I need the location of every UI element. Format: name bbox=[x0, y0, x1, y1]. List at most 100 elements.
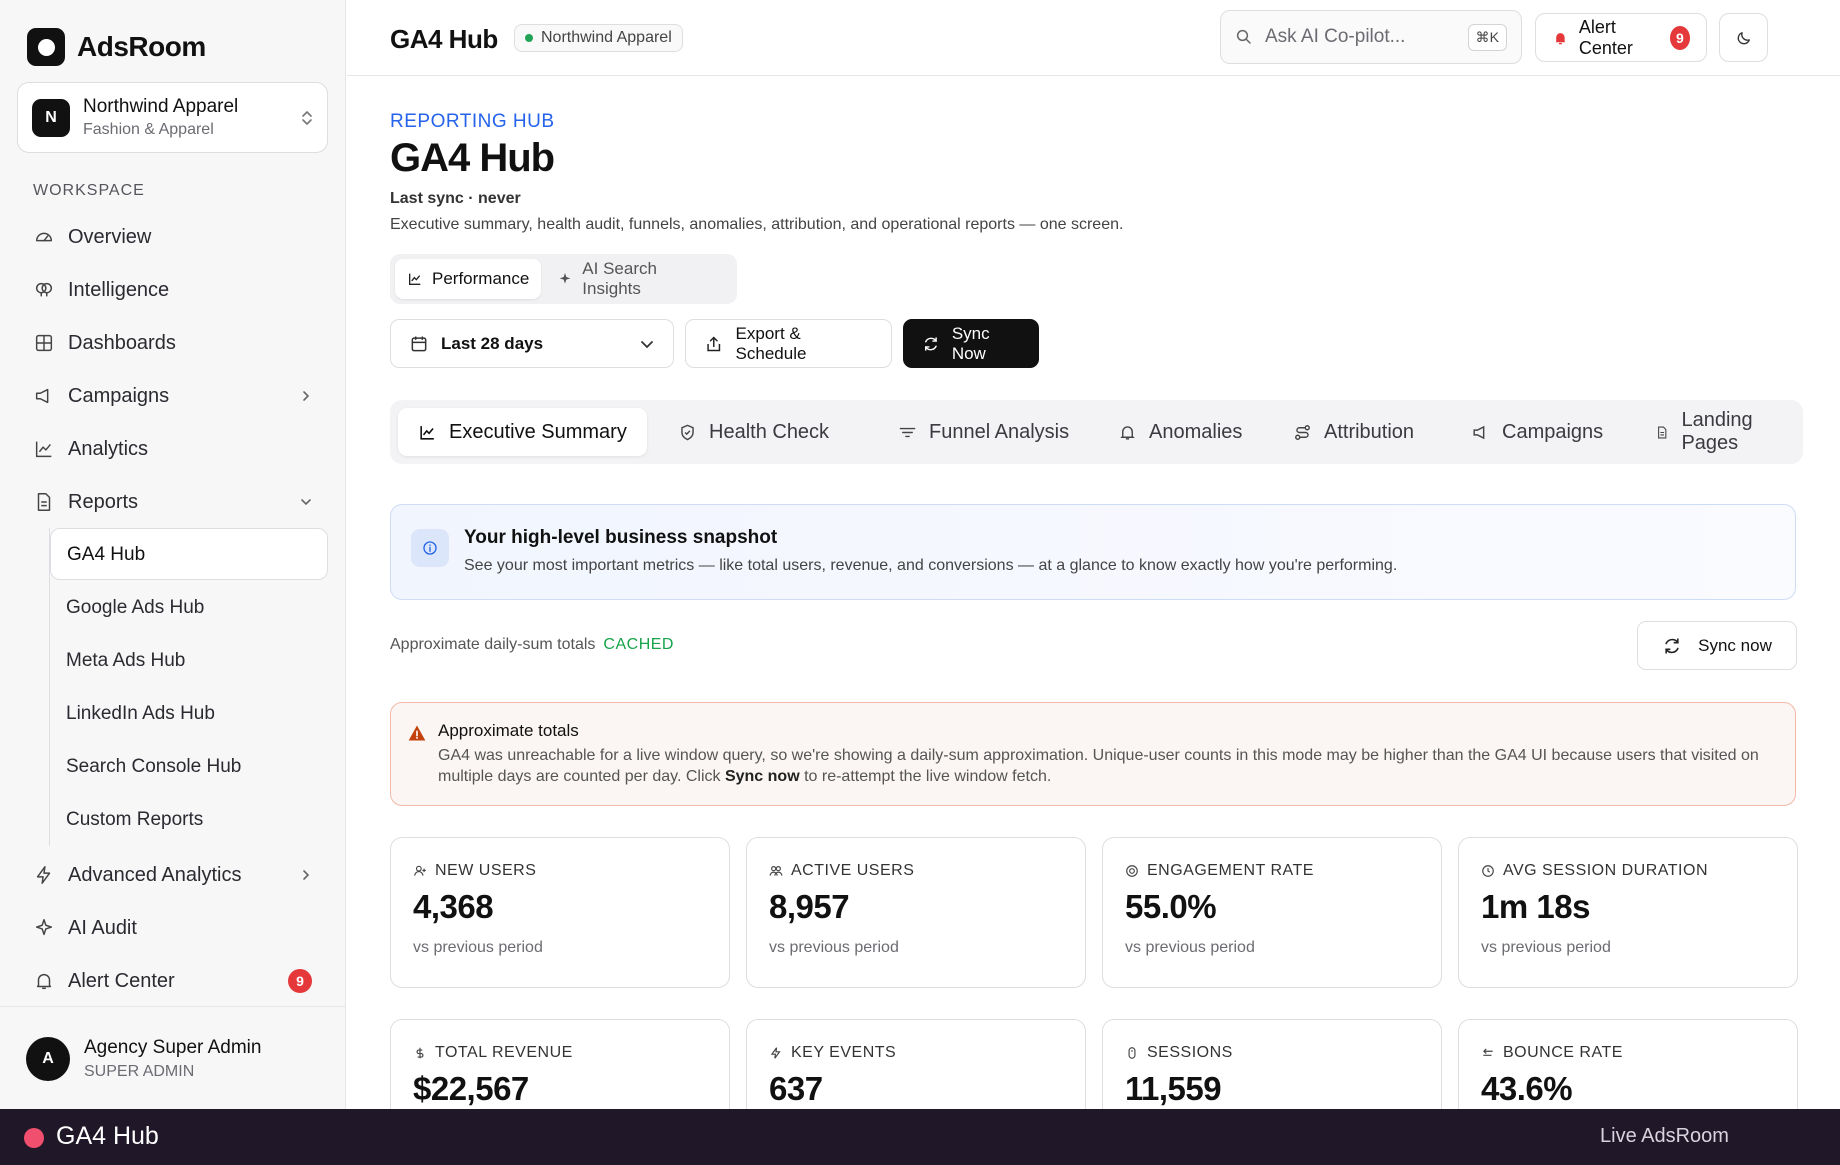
tab-campaigns[interactable]: Campaigns bbox=[1451, 408, 1623, 456]
sidebar-item-label: Reports bbox=[68, 490, 139, 513]
account-name: Northwind Apparel bbox=[83, 96, 239, 117]
mode-label: Performance bbox=[432, 269, 530, 288]
export-schedule-button[interactable]: Export & Schedule bbox=[685, 319, 892, 368]
user-profile[interactable]: A Agency Super Admin SUPER ADMIN bbox=[0, 1006, 346, 1109]
app-root: AdsRoom N Northwind Apparel Fashion & Ap… bbox=[0, 0, 1840, 1165]
file-icon bbox=[37, 493, 51, 511]
sidebar-item-reports[interactable]: Reports bbox=[33, 487, 138, 517]
tab-health-check[interactable]: Health Check bbox=[658, 408, 849, 456]
metric-label: AVG SESSION DURATION bbox=[1503, 862, 1708, 879]
refresh-icon bbox=[1665, 638, 1679, 653]
info-icon bbox=[411, 529, 449, 567]
warning-title: Approximate totals bbox=[438, 721, 579, 740]
metric-card-new-users[interactable]: NEW USERS 4,368 vs previous period bbox=[390, 837, 730, 988]
chevron-right-icon[interactable] bbox=[300, 869, 312, 881]
metric-value: 637 bbox=[769, 1070, 823, 1107]
tab-anomalies[interactable]: Anomalies bbox=[1098, 408, 1262, 456]
metric-value: 4,368 bbox=[413, 888, 494, 925]
ai-copilot-search[interactable]: Ask AI Co-pilot... ⌘K bbox=[1220, 10, 1522, 64]
sidebar-item-ai-audit[interactable]: AI Audit bbox=[33, 913, 137, 943]
info-banner: Your high-level business snapshot See yo… bbox=[390, 504, 1796, 600]
tab-landing-pages[interactable]: Landing Pages bbox=[1635, 408, 1803, 456]
sidebar-item-dashboards[interactable]: Dashboards bbox=[33, 328, 176, 358]
search-input[interactable]: Ask AI Co-pilot... bbox=[1265, 26, 1468, 48]
metric-card-active-users[interactable]: ACTIVE USERS 8,957 vs previous period bbox=[746, 837, 1086, 988]
sidebar-subitem-custom-reports[interactable]: Custom Reports bbox=[66, 809, 203, 831]
clock-icon bbox=[1482, 865, 1494, 877]
user-name: Agency Super Admin bbox=[84, 1037, 262, 1058]
date-range-select[interactable]: Last 28 days bbox=[390, 319, 674, 368]
alert-count-badge: 9 bbox=[1669, 25, 1690, 50]
shortcut-hint: ⌘K bbox=[1467, 23, 1507, 51]
sidebar-subitem-search-console-hub[interactable]: Search Console Hub bbox=[66, 756, 241, 778]
route-icon bbox=[1295, 424, 1310, 440]
sidebar-item-analytics[interactable]: Analytics bbox=[33, 434, 148, 464]
bolt-icon bbox=[36, 866, 51, 884]
refresh-icon bbox=[925, 336, 937, 351]
warning-icon bbox=[408, 725, 426, 741]
filter-icon bbox=[899, 427, 916, 437]
alert-center-label: Alert Center bbox=[1578, 16, 1633, 58]
topbar: GA4 Hub Northwind Apparel Ask AI Co-pilo… bbox=[347, 0, 1840, 76]
shield-check-icon bbox=[681, 424, 694, 440]
users-icon bbox=[769, 866, 783, 876]
sync-now-button[interactable]: Sync Now bbox=[903, 319, 1039, 368]
user-role: SUPER ADMIN bbox=[84, 1063, 195, 1080]
window-bottom-bar: GA4 Hub Live AdsRoom bbox=[0, 1109, 1840, 1165]
metric-value: 8,957 bbox=[769, 888, 850, 925]
sidebar-subitem-google-ads-hub[interactable]: Google Ads Hub bbox=[66, 597, 204, 619]
sidebar-item-campaigns[interactable]: Campaigns bbox=[33, 381, 169, 411]
metric-card-engagement-rate[interactable]: ENGAGEMENT RATE 55.0% vs previous period bbox=[1102, 837, 1442, 988]
info-banner-title: Your high-level business snapshot bbox=[464, 527, 778, 548]
approx-text: Approximate daily-sum totals bbox=[390, 636, 596, 653]
sparkles-icon bbox=[559, 273, 571, 284]
metric-value: 11,559 bbox=[1125, 1070, 1222, 1107]
chevron-down-icon[interactable] bbox=[300, 496, 312, 508]
theme-toggle-button[interactable] bbox=[1719, 13, 1768, 62]
avatar: A bbox=[26, 1037, 70, 1081]
sidebar-item-alert-center[interactable]: Alert Center bbox=[33, 966, 175, 996]
approximation-warning: Approximate totals GA4 was unreachable f… bbox=[390, 702, 1796, 806]
sidebar-item-intelligence[interactable]: Intelligence bbox=[33, 275, 169, 305]
bolt-icon bbox=[770, 1047, 781, 1059]
sidebar-item-overview[interactable]: Overview bbox=[33, 222, 151, 252]
sync-now-label: Sync Now bbox=[951, 323, 990, 363]
metric-label: BOUNCE RATE bbox=[1503, 1044, 1623, 1061]
sync-now-secondary-label: Sync now bbox=[1698, 635, 1772, 655]
sidebar-subitem-meta-ads-hub[interactable]: Meta Ads Hub bbox=[66, 650, 185, 672]
metric-value: 1m 18s bbox=[1481, 888, 1590, 925]
alert-center-button[interactable]: Alert Center 9 bbox=[1535, 13, 1707, 62]
mode-switcher: Performance AI Search Insights bbox=[390, 254, 737, 304]
metric-card-avg-session-duration[interactable]: AVG SESSION DURATION 1m 18s vs previous … bbox=[1458, 837, 1798, 988]
tab-attribution[interactable]: Attribution bbox=[1273, 408, 1434, 456]
tab-funnel-analysis[interactable]: Funnel Analysis bbox=[878, 408, 1089, 456]
mode-performance[interactable]: Performance bbox=[395, 259, 542, 299]
dollar-icon bbox=[416, 1047, 424, 1059]
account-switcher[interactable]: N Northwind Apparel Fashion & Apparel bbox=[17, 82, 328, 153]
sync-now-secondary-button[interactable]: Sync now bbox=[1637, 621, 1797, 670]
grid-icon bbox=[35, 334, 53, 352]
account-avatar: N bbox=[32, 98, 70, 137]
mouse-icon bbox=[1128, 1047, 1136, 1059]
sidebar: AdsRoom N Northwind Apparel Fashion & Ap… bbox=[0, 0, 346, 1109]
mode-ai-search-insights[interactable]: AI Search Insights bbox=[545, 259, 732, 299]
chevron-down-icon bbox=[641, 340, 653, 348]
sidebar-subitem-linkedin-ads-hub[interactable]: LinkedIn Ads Hub bbox=[66, 703, 215, 725]
sidebar-item-advanced-analytics[interactable]: Advanced Analytics bbox=[33, 860, 241, 890]
report-tabs: Executive Summary Health Check Funnel An… bbox=[390, 400, 1803, 464]
sidebar-subitem-ga4-hub[interactable]: GA4 Hub bbox=[50, 528, 328, 580]
page-description: Executive summary, health audit, funnels… bbox=[390, 216, 1124, 233]
metric-value: 55.0% bbox=[1125, 888, 1217, 925]
tab-executive-summary[interactable]: Executive Summary bbox=[398, 408, 647, 456]
chevron-right-icon[interactable] bbox=[300, 390, 312, 402]
brand-logo[interactable]: AdsRoom bbox=[27, 28, 206, 66]
metric-comparison: vs previous period bbox=[413, 939, 543, 956]
account-status-pill: Northwind Apparel bbox=[514, 24, 683, 52]
sidebar-item-label: Overview bbox=[68, 225, 152, 248]
account-industry: Fashion & Apparel bbox=[83, 121, 214, 138]
metric-label: NEW USERS bbox=[435, 862, 537, 879]
cache-status-badge: CACHED bbox=[603, 636, 674, 653]
mode-label: AI Search Insights bbox=[582, 259, 657, 298]
tab-label: Campaigns bbox=[1502, 420, 1604, 443]
metric-comparison: vs previous period bbox=[1125, 939, 1255, 956]
